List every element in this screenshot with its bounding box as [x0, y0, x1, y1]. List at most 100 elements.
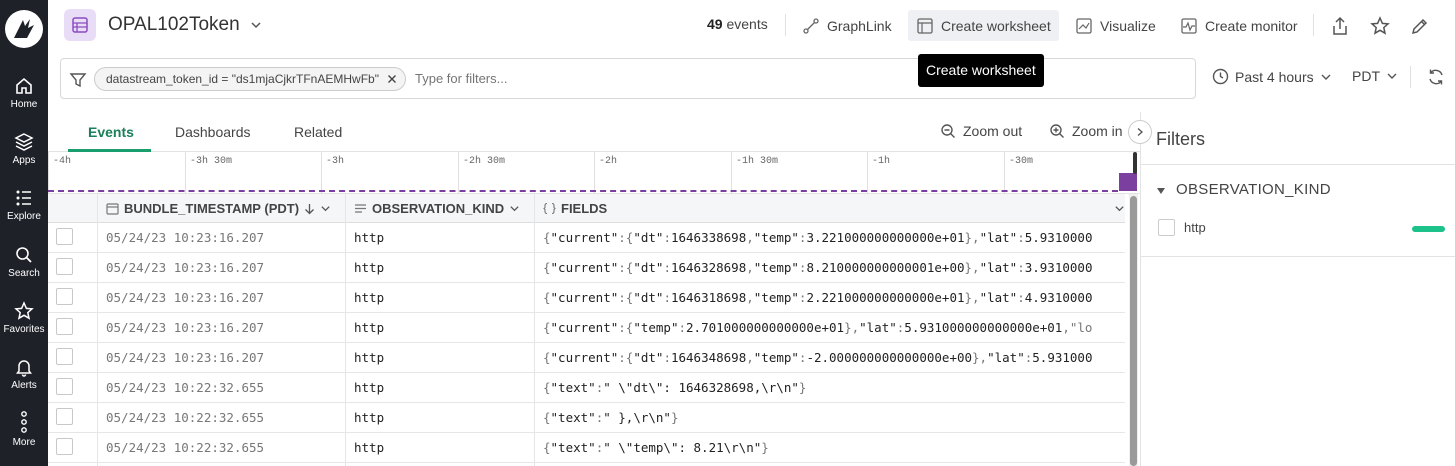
- monitor-icon: [1181, 17, 1197, 34]
- dataset-icon: [64, 9, 96, 41]
- timeline-tick: -4h: [48, 152, 71, 194]
- table-scrollbar-thumb[interactable]: [1130, 196, 1137, 466]
- nav-favorites[interactable]: Favorites: [0, 301, 48, 335]
- timezone-picker[interactable]: PDT: [1352, 68, 1398, 84]
- top-bar: OPAL102Token 49 events GraphLink Create …: [48, 0, 1455, 52]
- timeline-tick: -30m: [1004, 152, 1033, 194]
- timeline-brush-handle[interactable]: [1133, 152, 1137, 174]
- nav-favorites-label: Favorites: [3, 324, 45, 335]
- filter-option-checkbox[interactable]: [1158, 219, 1175, 236]
- events-table: BUNDLE_TIMESTAMP (PDT) OBSERVATION_KIND …: [48, 194, 1125, 466]
- filter-chip[interactable]: datastream_token_id = "ds1mjaCjkrTFnAEMH…: [94, 67, 406, 91]
- row-checkbox[interactable]: [56, 228, 73, 245]
- chevron-down-icon[interactable]: [250, 19, 262, 31]
- kind-cell: http: [354, 290, 385, 305]
- dataset-title[interactable]: OPAL102Token: [108, 14, 240, 36]
- filter-icon[interactable]: [69, 71, 87, 89]
- graphlink-button[interactable]: GraphLink: [794, 10, 900, 41]
- collapse-panel-button[interactable]: [1128, 120, 1152, 144]
- edit-pencil-icon[interactable]: [1410, 16, 1430, 36]
- refresh-icon[interactable]: [1426, 67, 1446, 87]
- caret-down-icon[interactable]: [1156, 186, 1166, 196]
- nav-more[interactable]: More: [0, 410, 48, 448]
- zoom-out-icon: [941, 124, 955, 138]
- nav-explore[interactable]: Explore: [0, 188, 48, 222]
- fields-cell: {"text":" \"temp\": 8.21\r\n"}: [543, 440, 769, 455]
- column-label: BUNDLE_TIMESTAMP (PDT): [124, 201, 300, 216]
- event-count: 49 events: [707, 16, 768, 32]
- row-checkbox[interactable]: [56, 348, 73, 365]
- row-checkbox[interactable]: [56, 408, 73, 425]
- timeline-tick: -2h: [594, 152, 617, 194]
- row-checkbox[interactable]: [56, 258, 73, 275]
- fields-cell: {"current":{"dt":1646338698,"temp":3.221…: [543, 230, 1093, 245]
- nav-apps-label: Apps: [12, 155, 36, 166]
- row-checkbox[interactable]: [56, 438, 73, 455]
- zoom-in-icon: [1050, 124, 1064, 138]
- time-range-picker[interactable]: Past 4 hours: [1212, 68, 1332, 85]
- nav-more-label: More: [12, 437, 36, 448]
- search-icon: [16, 247, 32, 263]
- text-icon: [355, 204, 366, 213]
- fields-cell: {"current":{"dt":1646318698,"temp":2.221…: [543, 290, 1093, 305]
- column-fields[interactable]: FIELDS: [543, 201, 607, 216]
- nav-home[interactable]: Home: [0, 76, 48, 110]
- share-icon[interactable]: [1331, 16, 1349, 36]
- filter-option-label[interactable]: http: [1184, 220, 1206, 235]
- zoom-in-label: Zoom in: [1072, 123, 1123, 139]
- row-checkbox[interactable]: [56, 288, 73, 305]
- favorite-star-icon[interactable]: [1370, 16, 1390, 36]
- create-worksheet-button[interactable]: Create worksheet: [908, 10, 1059, 41]
- nav-search[interactable]: Search: [0, 245, 48, 279]
- divider: [785, 14, 786, 36]
- table-header: BUNDLE_TIMESTAMP (PDT) OBSERVATION_KIND …: [48, 194, 1125, 223]
- nav-apps[interactable]: Apps: [0, 132, 48, 166]
- graphlink-icon: [803, 17, 819, 34]
- chevron-down-icon: [1387, 73, 1397, 79]
- app-logo[interactable]: [5, 10, 43, 48]
- table-row[interactable]: 05/24/23 10:23:16.207 http {"current":{"…: [48, 253, 1125, 283]
- filter-group-label[interactable]: OBSERVATION_KIND: [1176, 181, 1331, 198]
- filter-chip-label: datastream_token_id = "ds1mjaCjkrTFnAEMH…: [106, 72, 379, 86]
- logo-icon: [14, 19, 34, 38]
- divider: [1141, 164, 1455, 165]
- column-bundle-timestamp[interactable]: BUNDLE_TIMESTAMP (PDT): [106, 201, 331, 216]
- close-icon[interactable]: [387, 74, 397, 84]
- create-monitor-button[interactable]: Create monitor: [1172, 10, 1306, 41]
- visualize-icon: [1076, 17, 1092, 34]
- filter-input[interactable]: [415, 71, 815, 86]
- chevron-down-icon[interactable]: [1114, 203, 1125, 214]
- sidebar: Home Apps Explore Search Favorites Alert…: [0, 0, 48, 466]
- column-observation-kind[interactable]: OBSERVATION_KIND: [354, 201, 520, 216]
- table-row[interactable]: 05/24/23 10:22:32.655 http {"text":" \"t…: [48, 433, 1125, 463]
- table-row[interactable]: 05/24/23 10:23:16.207 http {"current":{"…: [48, 223, 1125, 253]
- filter-option-share-bar: [1412, 226, 1445, 232]
- chevron-down-icon[interactable]: [320, 203, 331, 214]
- event-timeline[interactable]: -4h -3h 30m -3h -2h 30m -2h -1h 30m -1h …: [48, 152, 1141, 194]
- zoom-in-button[interactable]: Zoom in: [1049, 123, 1123, 139]
- visualize-button[interactable]: Visualize: [1067, 10, 1164, 41]
- tab-events[interactable]: Events: [88, 124, 134, 140]
- row-checkbox[interactable]: [56, 318, 73, 335]
- chevron-down-icon[interactable]: [509, 203, 520, 214]
- timestamp-cell: 05/24/23 10:23:16.207: [106, 260, 265, 275]
- chevron-right-icon: [1137, 128, 1143, 136]
- sort-descending-icon[interactable]: [304, 203, 315, 215]
- table-row[interactable]: 05/24/23 10:23:16.207 http {"current":{"…: [48, 313, 1125, 343]
- timeline-event-bar[interactable]: [1119, 173, 1137, 191]
- timeline-tick: -2h 30m: [458, 152, 505, 194]
- nav-home-label: Home: [10, 99, 38, 110]
- row-checkbox[interactable]: [56, 378, 73, 395]
- column-label: OBSERVATION_KIND: [372, 201, 505, 216]
- calendar-icon: [106, 203, 119, 215]
- zoom-out-label: Zoom out: [963, 123, 1023, 139]
- zoom-out-button[interactable]: Zoom out: [940, 123, 1022, 139]
- tab-related[interactable]: Related: [294, 124, 342, 140]
- table-row[interactable]: 05/24/23 10:22:32.655 http {"text":" \"d…: [48, 373, 1125, 403]
- table-row[interactable]: 05/24/23 10:22:32.655 http {"text":" },\…: [48, 403, 1125, 433]
- graphlink-label: GraphLink: [827, 17, 892, 34]
- table-row[interactable]: 05/24/23 10:23:16.207 http {"current":{"…: [48, 343, 1125, 373]
- tab-dashboards[interactable]: Dashboards: [175, 124, 251, 140]
- table-row[interactable]: 05/24/23 10:23:16.207 http {"current":{"…: [48, 283, 1125, 313]
- nav-alerts[interactable]: Alerts: [0, 357, 48, 391]
